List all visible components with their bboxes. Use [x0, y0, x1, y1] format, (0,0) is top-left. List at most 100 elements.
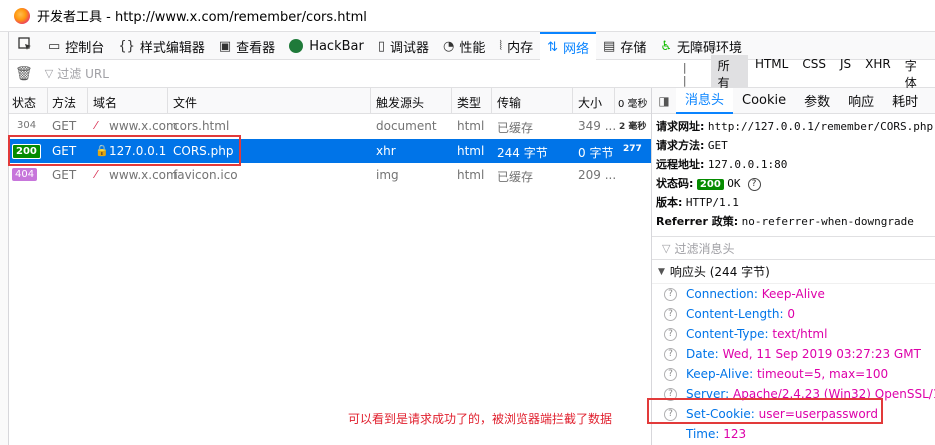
filter-html[interactable]: HTML — [748, 55, 795, 93]
tab-storage[interactable]: ▤ 存储 — [596, 32, 653, 60]
col-file[interactable]: 文件 — [173, 94, 197, 111]
table-row[interactable]: 404 GET ⁄ www.x.com favicon.ico img html… — [9, 163, 651, 188]
pause-button[interactable]: | | — [683, 61, 697, 87]
tab-params[interactable]: 参数 — [795, 91, 839, 110]
title-bar: 开发者工具 - http://www.x.com/remember/cors.h… — [0, 0, 935, 32]
row-transferred: 244 字节 — [497, 145, 548, 160]
tab-cookies[interactable]: Cookie — [733, 93, 795, 108]
pause-icon: | | — [682, 60, 688, 87]
storage-icon: ▤ — [603, 38, 616, 54]
filter-url-input[interactable]: ▽ 过滤 URL — [45, 65, 641, 82]
row-cause: xhr — [376, 143, 396, 158]
annotation-text: 可以看到是请求成功了的，被浏览器端拦截了数据 — [348, 412, 613, 426]
row-size: 209 ... — [578, 168, 617, 182]
header-row[interactable]: ? Connection: Keep-Alive — [652, 284, 935, 304]
element-picker-button[interactable] — [9, 32, 41, 60]
col-type[interactable]: 类型 — [457, 94, 481, 111]
help-icon[interactable]: ? — [664, 368, 677, 381]
header-row[interactable]: ? Keep-Alive: timeout=5, max=100 — [652, 364, 935, 384]
tab-network[interactable]: ⇅ 网络 — [540, 32, 597, 60]
tab-hackbar[interactable]: HackBar — [282, 32, 371, 60]
highlight-box-set-cookie — [647, 398, 883, 424]
type-filters: 所有 HTML CSS JS XHR 字体 — [710, 54, 935, 93]
tab-performance[interactable]: ◔ 性能 — [436, 32, 492, 60]
col-size[interactable]: 大小 — [578, 94, 602, 111]
help-icon[interactable]: ? — [664, 348, 677, 361]
remote-address: 127.0.0.1:80 — [707, 158, 788, 171]
row-transferred: 已缓存 — [497, 121, 534, 135]
filter-js[interactable]: JS — [833, 55, 858, 93]
row-type: html — [457, 119, 485, 133]
response-headers-toggle[interactable]: ▼ 响应头 (244 字节) — [652, 260, 935, 284]
header-row[interactable]: ? Date: Wed, 11 Sep 2019 03:27:23 GMT — [652, 344, 935, 364]
highlight-box-request — [8, 135, 241, 166]
request-summary: 请求网址: http://127.0.0.1/remember/CORS.php… — [656, 120, 934, 228]
network-filter-bar: 🗑 ▽ 过滤 URL | | 所有 HTML CSS JS XHR 字体 — [9, 54, 935, 93]
header-row[interactable]: ?Time: 123 — [652, 424, 935, 444]
row-cause: document — [376, 119, 437, 133]
col-domain[interactable]: 域名 — [93, 94, 117, 111]
trash-icon: 🗑 — [15, 65, 33, 82]
firefox-icon — [14, 7, 30, 24]
help-icon[interactable]: ? — [747, 177, 761, 191]
accessibility-icon: ♿ — [660, 38, 672, 54]
tab-timings[interactable]: 耗时 — [883, 91, 927, 110]
details-tabs: ◨ 消息头 Cookie 参数 响应 耗时 — [652, 87, 935, 114]
clear-button[interactable]: 🗑 — [9, 66, 39, 82]
header-row[interactable]: ? Content-Length: 0 — [652, 304, 935, 324]
status-text: OK — [727, 177, 741, 190]
window-title: 开发者工具 - http://www.x.com/remember/cors.h… — [37, 10, 367, 25]
filter-fonts[interactable]: 字体 — [898, 55, 935, 93]
insecure-icon: ⁄ — [95, 119, 97, 132]
picker-icon — [18, 37, 32, 55]
row-cause: img — [376, 168, 399, 182]
filter-icon: ▽ — [44, 67, 54, 80]
help-icon[interactable]: ? — [664, 308, 677, 321]
referrer-policy: no-referrer-when-downgrade — [741, 215, 914, 228]
row-file: favicon.ico — [173, 168, 238, 182]
filter-xhr[interactable]: XHR — [858, 55, 898, 93]
debugger-icon: ▯ — [377, 38, 385, 54]
help-icon[interactable]: ? — [664, 328, 677, 341]
tab-memory[interactable]: ⦚ 内存 — [492, 32, 540, 60]
tab-response[interactable]: 响应 — [839, 91, 883, 110]
headers-filter-input[interactable]: ▽ 过滤消息头 — [652, 236, 935, 260]
tab-headers[interactable]: 消息头 — [676, 87, 734, 114]
braces-icon: {} — [118, 38, 135, 54]
col-method[interactable]: 方法 — [52, 94, 76, 111]
status-badge: 404 — [12, 168, 38, 181]
row-size: 0 字节 — [578, 145, 614, 160]
request-list-header: 状态 方法 域名 文件 触发源头 类型 传输 大小 0 毫秒 — [9, 88, 651, 114]
network-icon: ⇅ — [547, 39, 559, 55]
toggle-sidebar-button[interactable]: ◨ — [652, 94, 676, 108]
row-size: 349 ... — [578, 119, 617, 133]
col-waterfall[interactable]: 0 毫秒 — [618, 95, 648, 110]
request-url: http://127.0.0.1/remember/CORS.php — [707, 120, 934, 133]
insecure-icon: ⁄ — [95, 168, 97, 181]
col-cause[interactable]: 触发源头 — [376, 94, 424, 111]
memory-icon: ⦚ — [499, 38, 503, 54]
performance-icon: ◔ — [443, 38, 455, 54]
filter-css[interactable]: CSS — [795, 55, 833, 93]
row-timing: 2 毫秒 — [619, 122, 647, 132]
row-domain: www.x.com — [109, 119, 178, 133]
row-type: html — [457, 168, 485, 182]
hackbar-icon — [289, 39, 304, 53]
row-domain: www.x.com — [109, 168, 178, 182]
left-edge-panel — [0, 32, 9, 445]
tab-console[interactable]: ▭ 控制台 — [41, 32, 111, 60]
http-version: HTTP/1.1 — [685, 196, 739, 209]
row-method: GET — [52, 168, 77, 182]
panel-icon: ◨ — [658, 93, 670, 108]
col-status[interactable]: 状态 — [12, 94, 36, 111]
row-file: cors.html — [173, 119, 230, 133]
status-badge: 304 — [17, 120, 37, 131]
row-type: html — [457, 143, 485, 158]
tab-debugger[interactable]: ▯ 调试器 — [371, 32, 436, 60]
col-transferred[interactable]: 传输 — [497, 94, 521, 111]
tab-style-editor[interactable]: {} 样式编辑器 — [111, 32, 212, 60]
tab-inspector[interactable]: ▣ 查看器 — [212, 32, 282, 60]
header-row[interactable]: ? Content-Type: text/html — [652, 324, 935, 344]
help-icon[interactable]: ? — [664, 288, 677, 301]
filter-icon: ▽ — [662, 241, 671, 255]
